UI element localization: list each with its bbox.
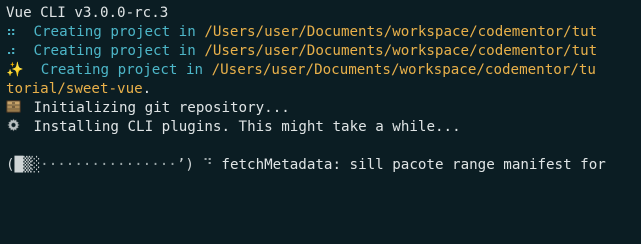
creating-project-label: Creating project in — [23, 62, 212, 78]
fetch-metadata-text: fetchMetadata: sill pacote range manifes… — [212, 157, 606, 173]
git-init-line: Initializing git repository... — [0, 99, 641, 118]
npm-progress-line: (█▒░················’) ⠙ fetchMetadata: … — [0, 156, 641, 175]
progress-bar-left: (█▒░ — [6, 157, 41, 173]
spinner-dots-icon: ⠴ — [6, 43, 25, 59]
progress-dots: ················ — [40, 157, 177, 173]
creating-project-label: Creating project in — [24, 43, 205, 59]
creating-project-label: Creating project in — [24, 24, 205, 40]
creating-project-line-2: ⠴ Creating project in /Users/user/Docume… — [0, 42, 641, 61]
file-cabinet-icon — [6, 100, 21, 113]
project-path-part-2: torial/sweet-vue — [6, 81, 143, 97]
creating-project-line-3-wrap: torial/sweet-vue. — [0, 80, 641, 99]
cli-version-header: Vue CLI v3.0.0-rc.3 — [0, 4, 641, 23]
project-path: /Users/user/Documents/workspace/codement… — [204, 24, 598, 40]
creating-project-line-1: ⠶ Creating project in /Users/user/Docume… — [0, 23, 641, 42]
progress-bar-right: ’) — [176, 157, 203, 173]
status-spinner-icon: ⠙ — [202, 157, 213, 173]
plugins-line: Installing CLI plugins. This might take … — [0, 118, 641, 137]
gear-icon — [6, 118, 21, 132]
project-path-part-1: /Users/user/Documents/workspace/codement… — [211, 62, 596, 78]
plugins-text: Installing CLI plugins. This might take … — [25, 119, 461, 135]
creating-project-line-3: ✨ Creating project in /Users/user/Docume… — [0, 61, 641, 80]
terminal-window[interactable]: Vue CLI v3.0.0-rc.3 ⠶ Creating project i… — [0, 0, 641, 244]
cli-version-text: Vue CLI v3.0.0-rc.3 — [6, 5, 169, 21]
project-path: /Users/user/Documents/workspace/codement… — [204, 43, 598, 59]
spinner-dots-icon: ⠶ — [6, 24, 25, 40]
sparkles-icon: ✨ — [6, 62, 24, 78]
git-init-text: Initializing git repository... — [25, 100, 290, 116]
path-suffix: . — [142, 81, 152, 97]
